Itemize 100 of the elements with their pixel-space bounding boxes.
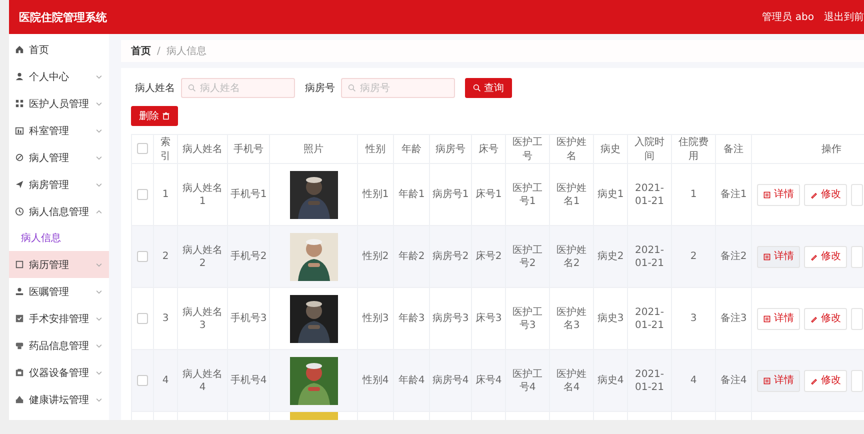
column-header: 病史 bbox=[600, 144, 620, 155]
column-header: 备注 bbox=[724, 144, 744, 155]
edit-button[interactable]: 修改 bbox=[804, 246, 847, 268]
table-cell: 性别1 bbox=[362, 189, 389, 200]
sidebar-item[interactable]: 科室管理 bbox=[9, 117, 109, 144]
table-cell: 4 bbox=[162, 375, 169, 386]
column-header: 手机号 bbox=[234, 144, 264, 155]
table-cell: 病人姓名4 bbox=[182, 368, 222, 392]
details-button[interactable]: 详情 bbox=[757, 184, 800, 206]
column-header: 医护工号 bbox=[512, 137, 542, 162]
table-cell: 2 bbox=[162, 251, 169, 262]
submenu-item[interactable]: 病人信息 bbox=[21, 231, 61, 245]
table-cell: 医护工号4 bbox=[512, 368, 542, 392]
logout-link[interactable]: 退出到前 bbox=[824, 10, 864, 24]
field-label: 病人姓名 bbox=[135, 82, 175, 95]
sidebar-item[interactable]: 健康讲坛管理 bbox=[9, 386, 109, 413]
table-cell: 病人姓名2 bbox=[182, 244, 222, 268]
column-header: 病人姓名 bbox=[182, 144, 222, 155]
sidebar-item[interactable]: 病房管理 bbox=[9, 171, 109, 198]
table-cell: 年龄1 bbox=[398, 189, 425, 200]
sidebar-item[interactable]: 病历管理 bbox=[9, 251, 109, 278]
table-cell: 病史2 bbox=[597, 251, 624, 262]
table-cell: 床号1 bbox=[475, 189, 502, 200]
table-cell: 2021-01-21 bbox=[634, 244, 664, 268]
table-cell: 备注2 bbox=[720, 251, 747, 262]
table-cell: 2021-01-21 bbox=[634, 182, 664, 206]
breadcrumb-item[interactable]: 首页 bbox=[131, 44, 151, 58]
details-button[interactable]: 详情 bbox=[757, 308, 800, 330]
sidebar-item[interactable]: 医嘱管理 bbox=[9, 278, 109, 305]
table-cell: 病房号4 bbox=[432, 375, 469, 386]
column-header: 操作 bbox=[822, 144, 842, 155]
details-button[interactable]: 详情 bbox=[757, 370, 800, 392]
sidebar-item[interactable]: 个人中心 bbox=[9, 63, 109, 90]
table-cell: 1 bbox=[690, 189, 697, 200]
table-cell: 备注3 bbox=[720, 313, 747, 324]
column-header: 索引 bbox=[160, 137, 170, 162]
table-cell: 年龄3 bbox=[398, 313, 425, 324]
table-cell: 医护工号3 bbox=[512, 306, 542, 330]
table-cell: 病史1 bbox=[597, 189, 624, 200]
table-cell: 医护工号2 bbox=[512, 244, 542, 268]
table-cell: 2021-01-21 bbox=[634, 368, 664, 392]
table-cell: 手机号2 bbox=[230, 251, 267, 262]
table-cell: 1 bbox=[162, 189, 169, 200]
table-cell: 病房号2 bbox=[432, 251, 469, 262]
field-label: 病房号 bbox=[305, 82, 335, 95]
edit-button[interactable]: 修改 bbox=[804, 184, 847, 206]
table-cell: 病史3 bbox=[597, 313, 624, 324]
column-header: 性别 bbox=[366, 144, 386, 155]
table-cell: 病史4 bbox=[597, 375, 624, 386]
sidebar-item[interactable]: 首页 bbox=[9, 36, 109, 63]
table-cell: 2021-01-21 bbox=[634, 306, 664, 330]
table-cell: 手机号4 bbox=[230, 375, 267, 386]
table-cell: 医护姓名1 bbox=[556, 182, 586, 206]
details-button[interactable]: 详情 bbox=[757, 246, 800, 268]
table-cell: 性别3 bbox=[362, 313, 389, 324]
breadcrumb-item: 病人信息 bbox=[166, 44, 206, 58]
column-header: 入院时间 bbox=[634, 137, 664, 162]
table-cell: 年龄2 bbox=[398, 251, 425, 262]
search-field[interactable]: 病人姓名 bbox=[181, 78, 295, 98]
column-header: 医护姓名 bbox=[556, 137, 586, 162]
table-cell: 手机号3 bbox=[230, 313, 267, 324]
delete-button[interactable]: 删除 bbox=[131, 106, 178, 126]
table-cell: 床号4 bbox=[475, 375, 502, 386]
table-cell: 医护姓名4 bbox=[556, 368, 586, 392]
table-cell: 性别2 bbox=[362, 251, 389, 262]
sidebar-item[interactable]: 病人管理 bbox=[9, 144, 109, 171]
table-cell: 性别4 bbox=[362, 375, 389, 386]
table-cell: 备注1 bbox=[720, 189, 747, 200]
sidebar-item[interactable]: 病人信息管理 bbox=[9, 198, 109, 225]
search-input[interactable]: 病人姓名 bbox=[200, 82, 280, 94]
column-header: 病房号 bbox=[436, 144, 466, 155]
table-cell: 床号2 bbox=[475, 251, 502, 262]
table-cell: 3 bbox=[690, 313, 697, 324]
table-cell: 病人姓名1 bbox=[182, 182, 222, 206]
sidebar-item[interactable]: 医护人员管理 bbox=[9, 90, 109, 117]
table-cell: 3 bbox=[162, 313, 169, 324]
sidebar-item[interactable]: 仪器设备管理 bbox=[9, 359, 109, 386]
table-cell: 备注4 bbox=[720, 375, 747, 386]
column-header: 床号 bbox=[478, 144, 498, 155]
sidebar-item[interactable]: 药品信息管理 bbox=[9, 332, 109, 359]
edit-button[interactable]: 修改 bbox=[804, 370, 847, 392]
table-cell: 医护工号1 bbox=[512, 182, 542, 206]
table-cell: 4 bbox=[690, 375, 697, 386]
table-cell: 病房号1 bbox=[432, 189, 469, 200]
column-header: 住院费用 bbox=[678, 137, 708, 162]
sidebar-item[interactable]: 手术安排管理 bbox=[9, 305, 109, 332]
table-cell: 手机号1 bbox=[230, 189, 267, 200]
app-title: 医院住院管理系统 bbox=[19, 10, 107, 24]
table-cell: 年龄4 bbox=[398, 375, 425, 386]
table-cell: 病人姓名3 bbox=[182, 306, 222, 330]
table-cell: 医护姓名2 bbox=[556, 244, 586, 268]
column-header: 照片 bbox=[304, 144, 324, 155]
table-cell: 医护姓名3 bbox=[556, 306, 586, 330]
edit-button[interactable]: 修改 bbox=[804, 308, 847, 330]
search-button[interactable]: 查询 bbox=[465, 78, 512, 98]
column-header: 年龄 bbox=[402, 144, 422, 155]
user-name: 管理员 abo bbox=[762, 11, 814, 24]
table-cell: 床号3 bbox=[475, 313, 502, 324]
table-cell: 病房号3 bbox=[432, 313, 469, 324]
breadcrumb-separator: / bbox=[157, 46, 160, 56]
